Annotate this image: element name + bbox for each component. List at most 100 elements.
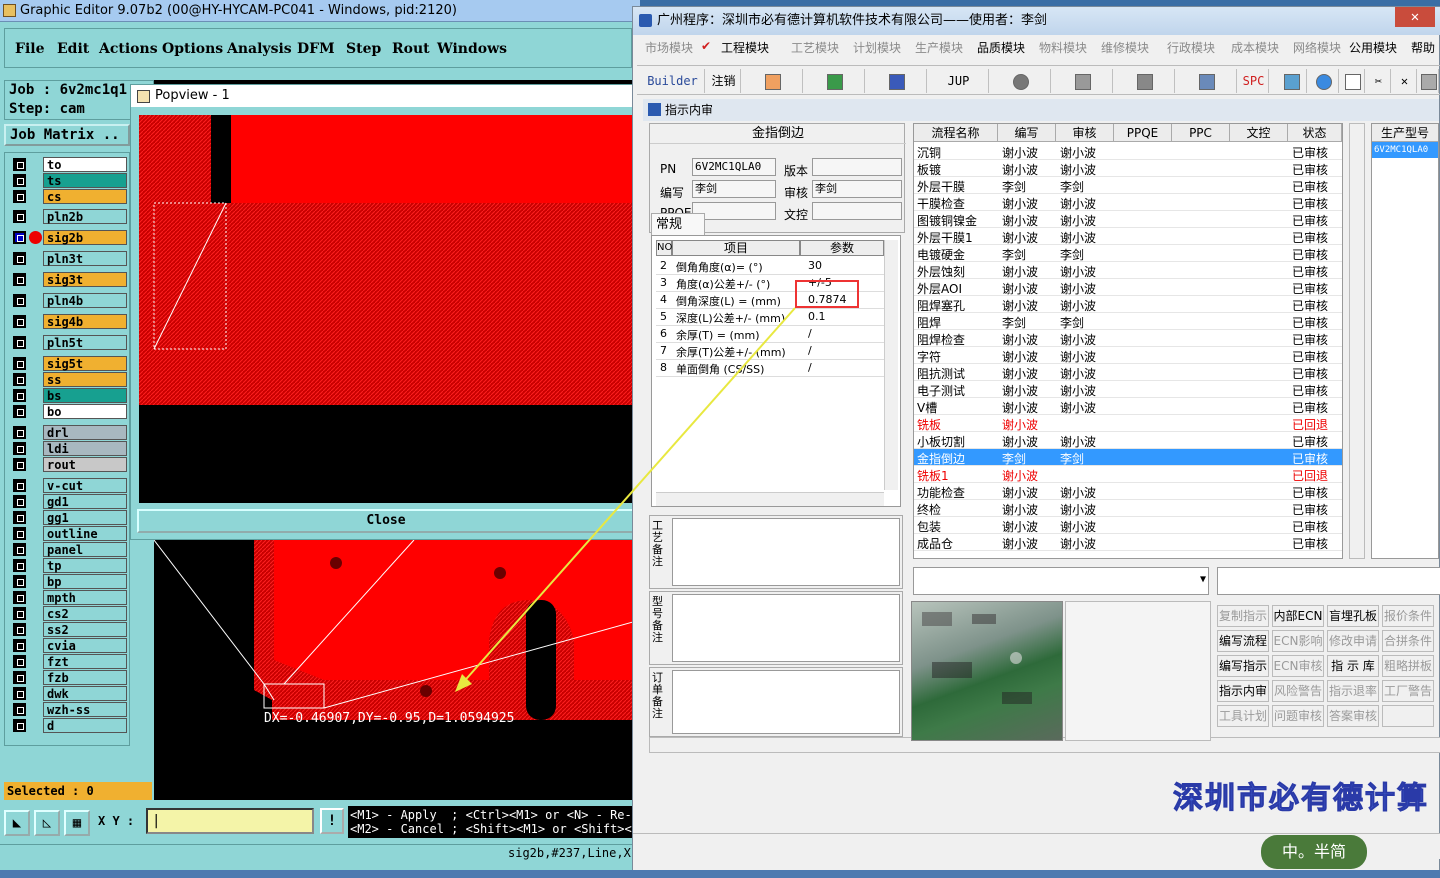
layer-name[interactable]: ss <box>43 372 127 387</box>
layer-checkbox[interactable] <box>13 671 26 684</box>
layer-row-ldi[interactable]: ldi <box>9 441 127 456</box>
menu-step[interactable]: Step <box>346 41 381 57</box>
builder-button[interactable]: Builder <box>641 69 705 93</box>
flow-row[interactable]: 包装 谢小波 谢小波 已审核 <box>914 517 1342 534</box>
layer-name[interactable]: wzh-ss <box>43 702 127 717</box>
action-button[interactable]: 指示内审 <box>1217 680 1269 702</box>
flow-row[interactable]: 阻抗测试 谢小波 谢小波 已审核 <box>914 364 1342 381</box>
action-button[interactable]: 合拼条件 <box>1382 630 1434 652</box>
flow-row[interactable]: 外层AOI 谢小波 谢小波 已审核 <box>914 279 1342 296</box>
layer-name[interactable]: cvia <box>43 638 127 653</box>
action-button[interactable]: 盲埋孔板 <box>1327 605 1379 627</box>
layer-row-pln2b[interactable]: pln2b <box>9 209 127 224</box>
action-button[interactable]: 工厂警告 <box>1382 680 1434 702</box>
layer-checkbox[interactable] <box>13 623 26 636</box>
layer-checkbox[interactable] <box>13 655 26 668</box>
flow-row[interactable]: 板镀 谢小波 谢小波 已审核 <box>914 160 1342 177</box>
flow-row[interactable]: 铣板1 谢小波 已回退 <box>914 466 1342 483</box>
layer-row-v-cut[interactable]: v-cut <box>9 478 127 493</box>
layer-name[interactable]: pln5t <box>43 335 127 350</box>
tab-normal[interactable]: 常规 <box>651 213 705 235</box>
param-row[interactable]: 2 倒角角度(α)= (°) 30 <box>656 258 884 275</box>
graphic-editor-titlebar[interactable]: Graphic Editor 9.07b2 (00@HY-HYCAM-PC041… <box>0 0 640 22</box>
layer-row-rout[interactable]: rout <box>9 457 127 472</box>
layer-row-tp[interactable]: tp <box>9 558 127 573</box>
menu-edit[interactable]: Edit <box>57 41 89 57</box>
action-button[interactable] <box>1382 705 1434 727</box>
flow-row[interactable]: 阻焊塞孔 谢小波 谢小波 已审核 <box>914 296 1342 313</box>
popview-titlebar[interactable]: Popview - 1 <box>131 85 639 107</box>
layer-row-pln5t[interactable]: pln5t <box>9 335 127 350</box>
action-button[interactable]: 风险警告 <box>1272 680 1324 702</box>
layer-checkbox[interactable] <box>13 719 26 732</box>
layer-row-cs[interactable]: cs <box>9 189 127 204</box>
module-tab-6[interactable]: 物料模块 <box>1039 39 1087 56</box>
ime-indicator[interactable]: 中。半简 <box>1261 835 1367 869</box>
module-tab-1[interactable]: 工程模块 <box>721 39 769 56</box>
layer-name[interactable]: bo <box>43 404 127 419</box>
menu-actions[interactable]: Actions <box>99 41 158 57</box>
alert-button[interactable]: ! <box>320 808 344 834</box>
secondary-input[interactable] <box>1217 567 1440 595</box>
layer-row-sig2b[interactable]: sig2b <box>9 230 127 245</box>
module-tab-4[interactable]: 生产模块 <box>915 39 963 56</box>
action-button[interactable]: 指示退率 <box>1327 680 1379 702</box>
xy-input[interactable]: | <box>146 808 314 834</box>
layer-checkbox[interactable] <box>13 591 26 604</box>
layer-checkbox[interactable] <box>13 357 26 370</box>
layer-checkbox[interactable] <box>13 559 26 572</box>
layer-checkbox[interactable] <box>13 495 26 508</box>
layer-name[interactable]: tp <box>43 558 127 573</box>
action-button[interactable]: 问题审核 <box>1272 705 1324 727</box>
flow-row[interactable]: 图镀铜镍金 谢小波 谢小波 已审核 <box>914 211 1342 228</box>
layer-checkbox[interactable] <box>13 442 26 455</box>
layer-name[interactable]: cs2 <box>43 606 127 621</box>
layer-row-bp[interactable]: bp <box>9 574 127 589</box>
layer-name[interactable]: to <box>43 157 127 172</box>
zoom-icon[interactable]: ◣ <box>4 810 30 836</box>
flow-row[interactable]: 电镀硬金 李剑 李剑 已审核 <box>914 245 1342 262</box>
layer-row-drl[interactable]: drl <box>9 425 127 440</box>
flow-row[interactable]: 干膜检查 谢小波 谢小波 已审核 <box>914 194 1342 211</box>
layer-row-to[interactable]: to <box>9 157 127 172</box>
menu-windows[interactable]: Windows <box>437 41 507 57</box>
layer-row-panel[interactable]: panel <box>9 542 127 557</box>
flow-row[interactable]: 小板切割 谢小波 谢小波 已审核 <box>914 432 1342 449</box>
layer-checkbox[interactable] <box>13 158 26 171</box>
layer-row-sig4b[interactable]: sig4b <box>9 314 127 329</box>
layer-checkbox[interactable] <box>13 315 26 328</box>
layer-row-cvia[interactable]: cvia <box>9 638 127 653</box>
action-button[interactable]: 编写流程 <box>1217 630 1269 652</box>
flow-combobox[interactable]: ▼ <box>913 567 1209 595</box>
action-button[interactable]: 粗略拼板 <box>1382 655 1434 677</box>
menu-file[interactable]: File <box>15 41 44 57</box>
cut-icon[interactable]: ✂ <box>1367 69 1391 93</box>
layer-checkbox[interactable] <box>13 210 26 223</box>
module-tab-8[interactable]: 行政模块 <box>1167 39 1215 56</box>
close-icon[interactable]: ✕ <box>1395 7 1435 27</box>
layer-name[interactable]: sig4b <box>43 314 127 329</box>
layer-name[interactable]: d <box>43 718 127 733</box>
action-button[interactable]: 工具计划 <box>1217 705 1269 727</box>
delete-icon[interactable]: ✕ <box>1393 69 1417 93</box>
author-field[interactable]: 李剑 <box>692 180 776 198</box>
flow-row[interactable]: 电子测试 谢小波 谢小波 已审核 <box>914 381 1342 398</box>
layer-name[interactable]: cs <box>43 189 127 204</box>
layer-name[interactable]: bs <box>43 388 127 403</box>
layer-checkbox[interactable] <box>13 174 26 187</box>
flow-row[interactable]: 外层干膜 李剑 李剑 已审核 <box>914 177 1342 194</box>
layer-checkbox[interactable] <box>13 543 26 556</box>
flow-row[interactable]: 外层蚀刻 谢小波 谢小波 已审核 <box>914 262 1342 279</box>
layer-checkbox[interactable] <box>13 479 26 492</box>
layer-checkbox[interactable] <box>13 294 26 307</box>
layer-name[interactable]: sig5t <box>43 356 127 371</box>
report-icon[interactable] <box>743 69 803 93</box>
layer-row-ss[interactable]: ss <box>9 372 127 387</box>
module-tab-9[interactable]: 成本模块 <box>1231 39 1279 56</box>
layer-row-d[interactable]: d <box>9 718 127 733</box>
param-vscroll[interactable] <box>884 240 898 490</box>
layer-row-sig3t[interactable]: sig3t <box>9 272 127 287</box>
layer-checkbox[interactable] <box>13 639 26 652</box>
layer-row-fzb[interactable]: fzb <box>9 670 127 685</box>
layer-checkbox[interactable] <box>13 273 26 286</box>
